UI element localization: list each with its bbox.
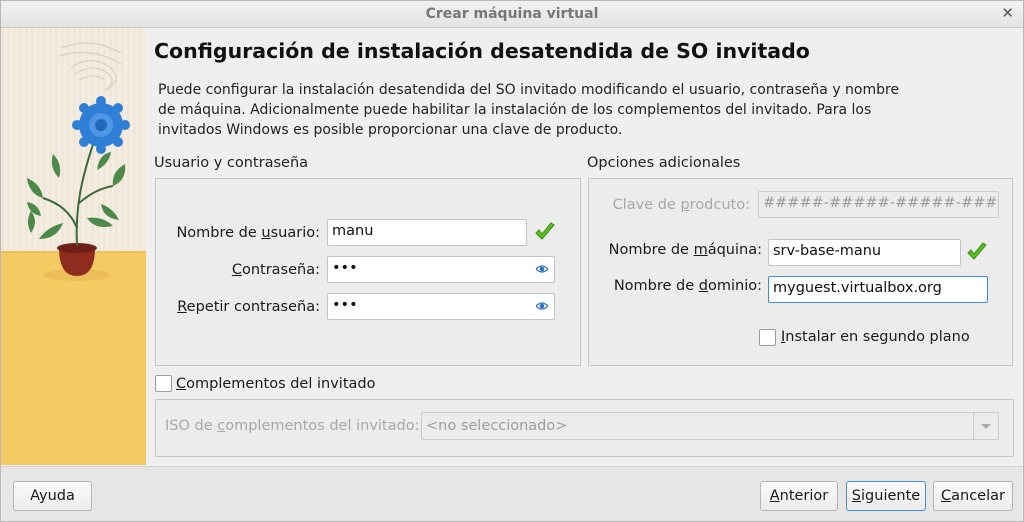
options-group-title: Opciones adicionales (587, 155, 741, 171)
cancel-button[interactable]: Cancelar (933, 481, 1013, 511)
hostname-field[interactable]: srv-base-manu (768, 239, 961, 266)
hostname-label: Nombre de máquina: (608, 242, 762, 258)
guest-additions-iso-label: ISO de complementos del invitado: (165, 418, 420, 434)
button-bar: Ayuda Anterior Siguiente Cancelar (1, 466, 1023, 521)
user-group-title: Usuario y contraseña (154, 155, 309, 171)
help-button[interactable]: Ayuda (13, 481, 92, 511)
checkmark-icon (535, 222, 555, 240)
username-label: Nombre de usuario: (176, 225, 320, 241)
title-bar: Crear máquina virtual ✕ (1, 1, 1023, 28)
window-title: Crear máquina virtual (425, 6, 599, 22)
chevron-down-icon (973, 413, 998, 439)
iso-select-value: <no seleccionado> (426, 418, 568, 434)
product-key-label: Clave de prodcuto: (612, 197, 750, 213)
checkmark-icon (967, 242, 987, 260)
background-install-checkbox[interactable] (759, 329, 776, 346)
next-button[interactable]: Siguiente (846, 481, 926, 511)
guest-additions-checkbox[interactable] (155, 375, 172, 392)
back-button[interactable]: Anterior (760, 481, 838, 511)
repeat-password-label: Repetir contraseña: (177, 299, 320, 315)
product-key-field: #####-#####-#####-#####-##### (758, 191, 999, 218)
background-install-label[interactable]: Instalar en segundo plano (781, 329, 970, 345)
plant-illustration-icon (1, 28, 146, 465)
repeat-password-value: ••• (332, 297, 358, 313)
wizard-illustration (1, 28, 146, 465)
domain-field[interactable]: myguest.virtualbox.org (768, 276, 988, 303)
password-label: Contraseña: (231, 262, 320, 278)
password-value: ••• (332, 260, 358, 276)
domain-label: Nombre de dominio: (613, 278, 762, 294)
close-icon[interactable]: ✕ (1001, 4, 1014, 22)
eye-icon[interactable] (536, 263, 548, 275)
password-field[interactable]: ••• (327, 256, 555, 283)
username-field[interactable]: manu (327, 219, 527, 246)
page-title: Configuración de instalación desatendida… (154, 39, 810, 63)
eye-icon[interactable] (536, 300, 548, 312)
create-vm-dialog: Crear máquina virtual ✕ Configuración de… (0, 0, 1024, 522)
guest-additions-iso-select: <no seleccionado> (421, 412, 999, 440)
repeat-password-field[interactable]: ••• (327, 293, 555, 320)
guest-additions-label[interactable]: Complementos del invitado (176, 376, 375, 392)
page-description: Puede configurar la instalación desatend… (158, 82, 900, 138)
